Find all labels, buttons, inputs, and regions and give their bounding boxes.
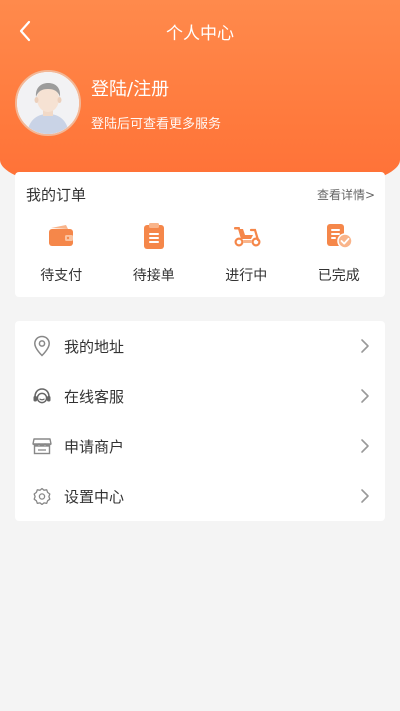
chevron-right-icon [361,389,369,403]
customer-service-icon [33,388,51,404]
scooter-icon [234,227,261,247]
menu-item-my-address[interactable]: 我的地址 [15,321,385,371]
order-label: 待支付 [40,268,83,284]
gear-icon [33,487,51,505]
location-pin-icon [34,335,50,357]
chevron-right-icon [361,339,369,353]
profile-section[interactable]: 登陆/注册 登陆后可查看更多服务 [15,70,221,136]
page-title: 个人中心 [166,23,234,44]
chevron-left-icon [19,20,31,42]
order-completed[interactable]: 已完成 [299,221,379,285]
menu-item-settings[interactable]: 设置中心 [15,471,385,521]
user-avatar-icon [17,72,79,134]
view-details-link[interactable]: 查看详情> [317,186,375,203]
wallet-icon [49,225,74,246]
menu-item-customer-service[interactable]: 在线客服 [15,371,385,421]
orders-card: 我的订单 查看详情> 待支付 待接单 进行中 已完成 [15,172,385,297]
menu-item-label: 在线客服 [64,387,125,406]
back-button[interactable] [10,16,40,46]
order-label: 进行中 [225,268,268,284]
clipboard-icon [143,223,164,249]
order-label: 待接单 [132,268,175,284]
menu-item-label: 我的地址 [64,337,125,356]
menu-item-label: 设置中心 [64,487,125,506]
chevron-right-icon [361,439,369,453]
avatar[interactable] [15,70,81,136]
order-pending-payment[interactable]: 待支付 [21,221,101,285]
nav-bar: 个人中心 [0,0,400,62]
login-register-link[interactable]: 登陆/注册 [91,75,221,101]
order-in-progress[interactable]: 进行中 [206,221,286,285]
menu-card: 我的地址 在线客服 申请商户 设置中心 [15,321,385,521]
login-hint: 登陆后可查看更多服务 [91,116,222,132]
chevron-right-icon [361,489,369,503]
menu-item-apply-merchant[interactable]: 申请商户 [15,421,385,471]
order-awaiting-acceptance[interactable]: 待接单 [114,221,194,285]
store-icon [32,438,52,455]
order-label: 已完成 [317,268,360,284]
completed-doc-icon [326,224,353,249]
menu-item-label: 申请商户 [64,437,125,456]
orders-title: 我的订单 [26,186,87,204]
